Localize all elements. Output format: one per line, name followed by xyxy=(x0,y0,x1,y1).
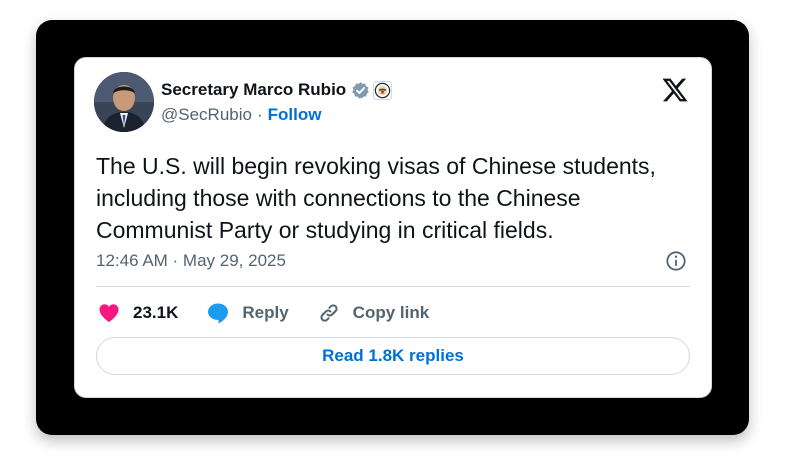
avatar[interactable] xyxy=(94,72,154,132)
avatar-photo xyxy=(94,72,154,132)
us-state-department-seal-icon[interactable] xyxy=(373,80,393,100)
handle-row: @SecRubio · Follow xyxy=(161,105,392,125)
follow-link[interactable]: Follow xyxy=(268,105,322,125)
copy-link-button[interactable]: Copy link xyxy=(317,301,430,325)
timestamp[interactable]: 12:46 AM · May 29, 2025 xyxy=(96,251,286,271)
read-replies-button[interactable]: Read 1.8K replies xyxy=(96,337,690,375)
embed-frame: Secretary Marco Rubio @SecRubio · Follow… xyxy=(36,20,749,435)
x-logo-icon[interactable] xyxy=(661,76,689,104)
display-name[interactable]: Secretary Marco Rubio xyxy=(161,80,346,100)
like-button[interactable]: 23.1K xyxy=(97,301,178,325)
divider xyxy=(96,286,690,287)
info-icon[interactable] xyxy=(665,250,687,272)
user-info: Secretary Marco Rubio @SecRubio · Follow xyxy=(161,78,393,125)
link-icon xyxy=(320,304,338,322)
reply-label: Reply xyxy=(242,303,289,322)
verified-badge-icon[interactable] xyxy=(351,81,370,100)
action-bar: 23.1K Reply Copy link xyxy=(97,300,457,326)
tweet-text: The U.S. will begin revoking visas of Ch… xyxy=(96,153,656,243)
copy-link-label: Copy link xyxy=(352,303,430,322)
handle-separator: · xyxy=(256,105,263,124)
tweet-card: Secretary Marco Rubio @SecRubio · Follow… xyxy=(74,57,712,398)
speech-bubble-icon xyxy=(208,303,229,324)
name-row: Secretary Marco Rubio xyxy=(161,78,393,102)
heart-icon xyxy=(99,304,119,322)
likes-count: 23.1K xyxy=(133,303,179,322)
reply-button[interactable]: Reply xyxy=(206,301,289,325)
handle[interactable]: @SecRubio xyxy=(161,105,252,125)
